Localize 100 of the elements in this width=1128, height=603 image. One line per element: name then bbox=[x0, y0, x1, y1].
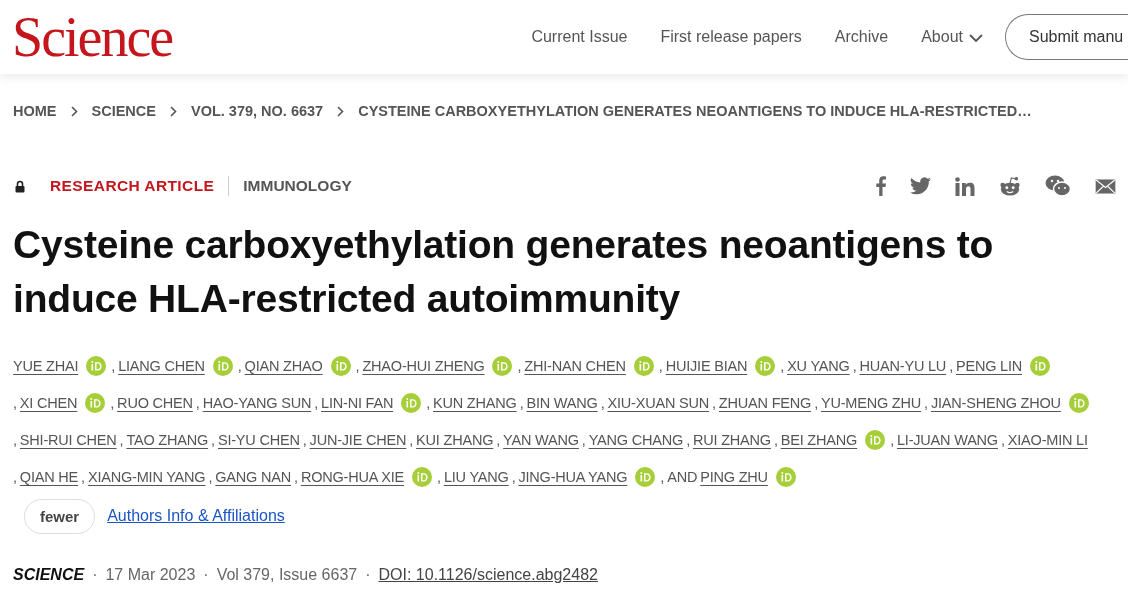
author-separator: , bbox=[355, 358, 360, 374]
author-separator: , bbox=[111, 358, 116, 374]
author-separator: , bbox=[496, 432, 501, 448]
orcid-icon[interactable] bbox=[633, 356, 654, 376]
author-link[interactable]: RUO CHEN bbox=[117, 395, 193, 411]
author-link[interactable]: SHI-RUI CHEN bbox=[19, 432, 117, 448]
author-link[interactable]: QIAN HE bbox=[19, 469, 79, 485]
author-separator: , bbox=[581, 432, 586, 448]
author-link[interactable]: HUAN-YU LU bbox=[859, 358, 947, 374]
author-separator: , bbox=[110, 395, 115, 411]
breadcrumb-link[interactable]: VOL. 379, NO. 6637 bbox=[190, 103, 324, 119]
author-link[interactable]: RUI ZHANG bbox=[692, 432, 771, 448]
doi-link[interactable]: DOI: 10.1126/science.abg2482 bbox=[378, 566, 598, 584]
nav-link[interactable]: About bbox=[921, 28, 983, 46]
author-separator: , AND bbox=[660, 469, 698, 485]
author-link[interactable]: LIN-NI FAN bbox=[321, 395, 394, 411]
author-link[interactable]: XU YANG bbox=[787, 358, 850, 374]
author-separator: , bbox=[519, 395, 524, 411]
orcid-icon[interactable] bbox=[412, 467, 433, 487]
affiliations-link[interactable]: Authors Info & Affiliations bbox=[107, 507, 285, 525]
author-separator: , bbox=[949, 358, 953, 374]
linkedin-icon[interactable] bbox=[955, 176, 975, 196]
nav-link[interactable]: Archive bbox=[834, 28, 889, 46]
author-link[interactable]: ZHI-NAN CHEN bbox=[524, 358, 626, 374]
author-link[interactable]: BIN WANG bbox=[526, 395, 598, 411]
science-logo[interactable]: Science bbox=[12, 9, 173, 65]
author-link[interactable]: XIU-XUAN SUN bbox=[607, 395, 709, 411]
author-link[interactable]: PENG LIN bbox=[955, 358, 1023, 374]
author-link[interactable]: XIAO-MIN LI bbox=[1007, 432, 1088, 448]
chat-bubbles-icon[interactable] bbox=[1045, 175, 1071, 197]
chevron-icon bbox=[169, 105, 177, 117]
author-link[interactable]: BEI ZHANG bbox=[780, 432, 858, 448]
orcid-icon[interactable] bbox=[86, 356, 107, 376]
orcid-icon[interactable] bbox=[85, 393, 106, 413]
author-link[interactable]: LIANG CHEN bbox=[118, 358, 205, 374]
author-link[interactable]: HUIJIE BIAN bbox=[665, 358, 748, 374]
orcid-icon[interactable] bbox=[775, 467, 796, 487]
orcid-icon[interactable] bbox=[212, 356, 233, 376]
orcid-icon[interactable] bbox=[865, 430, 886, 450]
author-separator: , bbox=[409, 432, 414, 448]
author-separator: , bbox=[773, 432, 778, 448]
author-link[interactable]: XI CHEN bbox=[19, 395, 78, 411]
author-link[interactable]: JING-HUA YANG bbox=[518, 469, 628, 485]
author-link[interactable]: ZHUAN FENG bbox=[718, 395, 812, 411]
author-link[interactable]: QIAN ZHAO bbox=[244, 358, 323, 374]
author-separator: , bbox=[13, 469, 17, 485]
nav-link[interactable]: First release papers bbox=[660, 28, 802, 46]
author-separator: , bbox=[208, 469, 213, 485]
meta-separator: · bbox=[203, 566, 209, 584]
orcid-icon[interactable] bbox=[1030, 356, 1051, 376]
breadcrumb-link[interactable]: SCIENCE bbox=[91, 103, 156, 119]
twitter-icon[interactable] bbox=[910, 177, 931, 195]
author-link[interactable]: SI-YU CHEN bbox=[217, 432, 300, 448]
breadcrumb-link[interactable]: HOME bbox=[13, 103, 57, 119]
facebook-icon[interactable] bbox=[876, 176, 886, 196]
author-link[interactable]: LIU YANG bbox=[443, 469, 509, 485]
author-link[interactable]: TAO ZHANG bbox=[126, 432, 209, 448]
author-separator: , bbox=[119, 432, 124, 448]
author-link[interactable]: PING ZHU bbox=[700, 469, 768, 485]
reddit-icon[interactable] bbox=[999, 176, 1021, 196]
meta-separator: · bbox=[365, 566, 371, 584]
nav-link[interactable]: Current Issue bbox=[531, 28, 628, 46]
author-separator: , bbox=[302, 432, 307, 448]
author-link[interactable]: JIAN-SHENG ZHOU bbox=[930, 395, 1061, 411]
subject-label[interactable]: IMMUNOLOGY bbox=[243, 177, 352, 195]
fewer-button[interactable]: fewer bbox=[24, 498, 96, 534]
author-separator: , bbox=[314, 395, 319, 411]
author-separator: , bbox=[426, 395, 431, 411]
author-separator: , bbox=[924, 395, 928, 411]
author-separator: , bbox=[294, 469, 298, 485]
breadcrumb-link[interactable]: CYSTEINE CARBOXYETHYLATION GENERATES NEOANTIGENS TO INDUCE HLA-RESTRICTED… bbox=[358, 103, 1032, 119]
author-link[interactable]: JUN-JIE CHEN bbox=[309, 432, 407, 448]
submit-button[interactable]: Submit manu bbox=[1005, 14, 1128, 60]
author-link[interactable]: RONG-HUA XIE bbox=[300, 469, 405, 485]
author-link[interactable]: KUN ZHANG bbox=[433, 395, 517, 411]
author-separator: , bbox=[13, 432, 17, 448]
author-link[interactable]: YUE ZHAI bbox=[13, 358, 79, 374]
author-link[interactable]: ZHAO-HUI ZHENG bbox=[362, 358, 485, 374]
author-link[interactable]: YANG CHANG bbox=[588, 432, 684, 448]
author-link[interactable]: GANG NAN bbox=[215, 469, 292, 485]
author-link[interactable]: YU-MENG ZHU bbox=[820, 395, 922, 411]
author-separator: , bbox=[81, 469, 85, 485]
author-separator: , bbox=[237, 358, 242, 374]
author-link[interactable]: LI-JUAN WANG bbox=[896, 432, 998, 448]
orcid-icon[interactable] bbox=[330, 356, 351, 376]
publication-date: 17 Mar 2023 bbox=[105, 566, 196, 584]
author-link[interactable]: YAN WANG bbox=[503, 432, 579, 448]
author-separator: , bbox=[1000, 432, 1005, 448]
orcid-icon[interactable] bbox=[755, 356, 776, 376]
orcid-icon[interactable] bbox=[1068, 393, 1089, 413]
orcid-icon[interactable] bbox=[492, 356, 513, 376]
author-link[interactable]: HAO-YANG SUN bbox=[202, 395, 312, 411]
article-type-label[interactable]: RESEARCH ARTICLE bbox=[50, 177, 215, 195]
orcid-icon[interactable] bbox=[635, 467, 656, 487]
author-separator: , bbox=[211, 432, 215, 448]
envelope-icon[interactable] bbox=[1095, 178, 1116, 194]
orcid-icon[interactable] bbox=[401, 393, 422, 413]
author-link[interactable]: KUI ZHANG bbox=[416, 432, 494, 448]
author-link[interactable]: XIANG-MIN YANG bbox=[87, 469, 206, 485]
author-separator: , bbox=[814, 395, 818, 411]
